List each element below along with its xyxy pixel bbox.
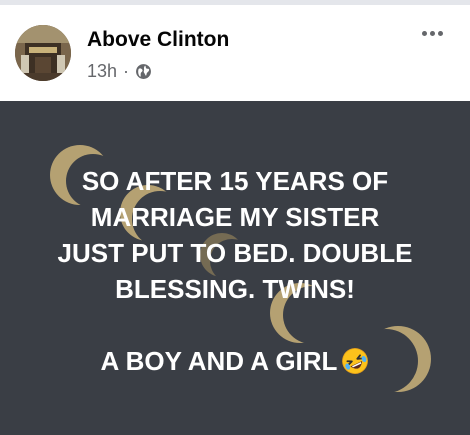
globe-icon[interactable] [135,63,152,80]
post-closing-line: A BOY AND A GIRL [0,343,470,379]
avatar-image [15,25,71,81]
meta-separator: · [123,61,130,81]
post-time[interactable]: 13h [87,61,117,82]
post-text-line: MARRIAGE MY SISTER [90,202,380,232]
post-text-line: JUST PUT TO BED. DOUBLE [57,238,413,268]
more-horizontal-icon [422,31,427,36]
post-background-panel: SO AFTER 15 YEARS OF MARRIAGE MY SISTER … [0,101,470,435]
post-text-line: SO AFTER 15 YEARS OF [81,166,389,196]
avatar[interactable] [15,25,71,81]
post-text: SO AFTER 15 YEARS OF MARRIAGE MY SISTER … [0,163,470,379]
post-text-line: BLESSING. TWINS! [115,274,355,304]
post-meta: 13h · [87,61,152,82]
closing-text: A BOY AND A GIRL [100,346,338,376]
author-name[interactable]: Above Clinton [87,28,229,52]
rolling-on-floor-laughing-emoji-icon [342,348,369,374]
line-spacer [0,307,470,343]
more-options-button[interactable] [418,27,447,40]
post-header: Above Clinton 13h · [0,5,470,101]
